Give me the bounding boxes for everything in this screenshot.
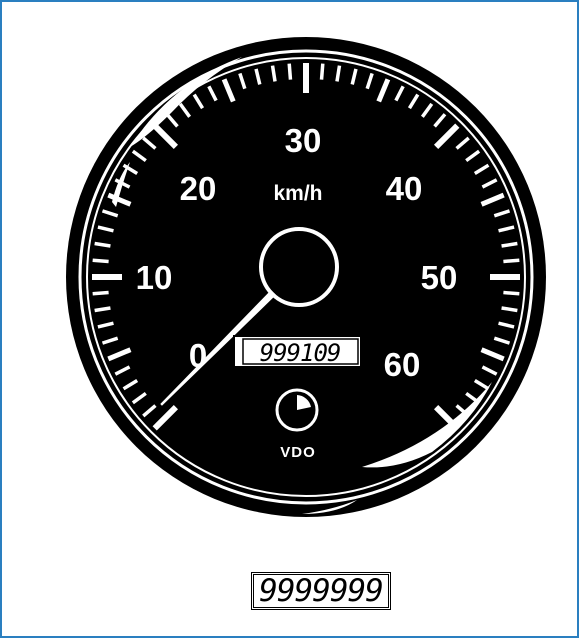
label-10: 10 bbox=[136, 259, 173, 296]
minor-tick bbox=[270, 65, 277, 82]
minor-tick bbox=[94, 241, 111, 248]
brand-logo: VDO bbox=[280, 444, 316, 461]
minor-tick bbox=[501, 306, 518, 313]
label-20: 20 bbox=[180, 170, 217, 207]
minor-tick bbox=[503, 290, 520, 296]
label-30: 30 bbox=[285, 122, 322, 159]
minor-tick bbox=[319, 63, 325, 80]
minor-tick bbox=[94, 306, 111, 313]
counter-display: 9999999 bbox=[251, 572, 391, 610]
figure-frame: 0 10 20 30 40 50 60 km/h 999109 VDO 9999… bbox=[0, 0, 579, 638]
unit-label: km/h bbox=[273, 182, 322, 205]
label-60: 60 bbox=[384, 346, 421, 383]
minor-tick bbox=[287, 63, 293, 80]
speedometer-gauge: 0 10 20 30 40 50 60 km/h 999109 VDO bbox=[66, 37, 546, 517]
minor-tick bbox=[92, 290, 109, 296]
minor-tick bbox=[503, 258, 520, 264]
minor-tick bbox=[92, 258, 109, 264]
odometer-reading: 999109 bbox=[260, 339, 341, 367]
label-40: 40 bbox=[386, 170, 423, 207]
label-50: 50 bbox=[421, 259, 458, 296]
minor-tick bbox=[335, 65, 342, 82]
minor-tick bbox=[501, 241, 518, 248]
